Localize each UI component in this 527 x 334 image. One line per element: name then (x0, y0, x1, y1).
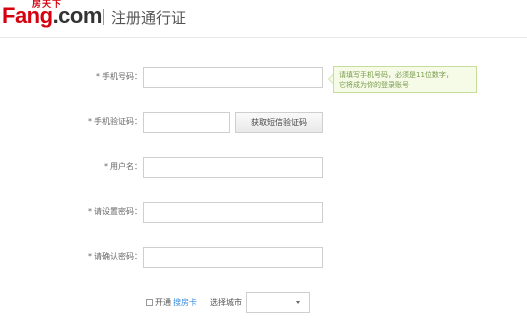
header-divider (103, 9, 104, 25)
page-title: 注册通行证 (111, 9, 187, 27)
confirm-password-input[interactable] (143, 247, 323, 268)
confirm-password-row: * 请确认密码： (0, 247, 527, 269)
sms-code-label-text: 手机验证码： (94, 117, 142, 126)
sms-code-input[interactable] (143, 112, 230, 133)
username-label-text: 用户名： (110, 162, 142, 171)
phone-hint-tooltip: 请填写手机号码，必须是11位数字， 它将成为你的登录账号 (333, 66, 477, 93)
tooltip-line-1: 请填写手机号码，必须是11位数字， (339, 71, 453, 79)
logo-wordmark: Fang.com (2, 3, 102, 29)
confirm-password-label-text: 请确认密码： (94, 252, 142, 261)
password-label-text: 请设置密码： (94, 207, 142, 216)
city-select[interactable] (246, 292, 310, 313)
header-separator (0, 37, 527, 38)
password-label: * 请设置密码： (88, 206, 142, 217)
soufang-card-link[interactable]: 搜房卡 (173, 297, 197, 308)
required-mark: * (88, 117, 92, 126)
fang-logo[interactable]: 房天下 Fang.com (2, 0, 102, 30)
required-mark: * (96, 72, 100, 81)
get-sms-code-button[interactable]: 获取短信验证码 (235, 112, 323, 133)
required-mark: * (104, 162, 108, 171)
username-input[interactable] (143, 157, 323, 178)
logo-main: Fang (2, 3, 53, 28)
chevron-down-icon[interactable] (296, 301, 300, 304)
city-select-label: 选择城市 (210, 298, 242, 307)
required-mark: * (88, 207, 92, 216)
card-city-row: 开通 搜房卡 选择城市 (0, 292, 527, 314)
password-input[interactable] (143, 202, 323, 223)
username-label: * 用户名： (104, 161, 142, 172)
sms-code-label: * 手机验证码： (88, 116, 142, 127)
header: 房天下 Fang.com 注册通行证 (0, 0, 527, 37)
phone-label-text: 手机号码： (102, 72, 142, 81)
logo-suffix: .com (52, 3, 103, 28)
confirm-password-label: * 请确认密码： (88, 251, 142, 262)
sms-code-row: * 手机验证码： 获取短信验证码 (0, 112, 527, 134)
tooltip-line-2: 它将成为你的登录账号 (339, 81, 409, 89)
phone-input[interactable] (143, 67, 323, 88)
password-row: * 请设置密码： (0, 202, 527, 224)
open-card-text: 开通 (155, 298, 171, 307)
username-row: * 用户名： (0, 157, 527, 179)
required-mark: * (88, 252, 92, 261)
phone-label: * 手机号码： (96, 71, 142, 82)
open-card-checkbox[interactable] (146, 299, 153, 306)
